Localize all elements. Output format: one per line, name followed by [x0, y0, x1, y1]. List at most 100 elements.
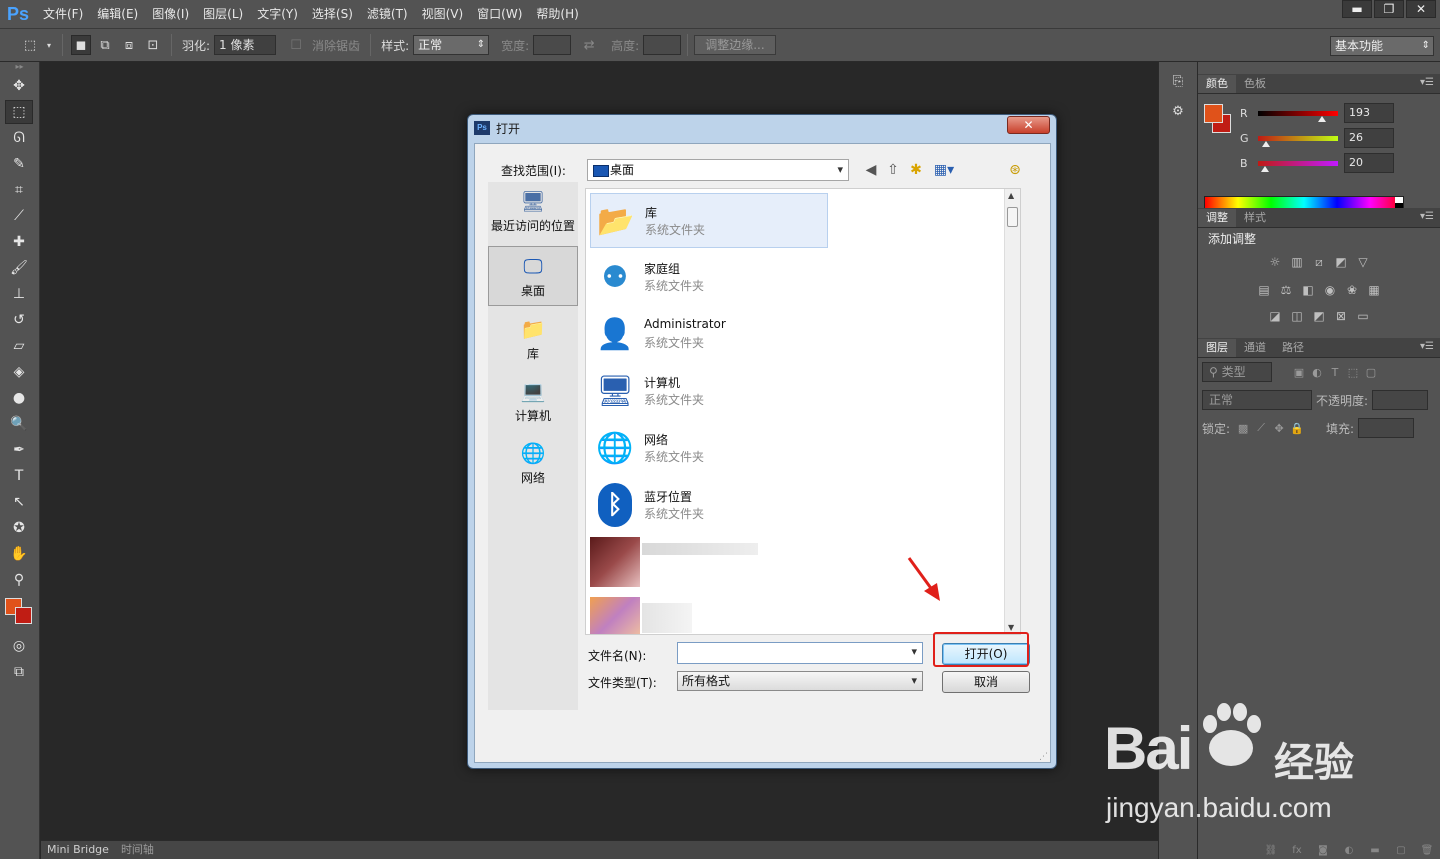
- menu-help[interactable]: 帮助(H): [529, 0, 585, 28]
- crop-tool-icon[interactable]: ⌗: [5, 178, 33, 202]
- panel-menu-icon[interactable]: ▾☰: [1420, 77, 1434, 88]
- new-adjustment-icon[interactable]: ◐: [1341, 845, 1357, 856]
- adjustment-filter-icon[interactable]: ◐: [1308, 366, 1326, 379]
- delete-layer-icon[interactable]: 🗑: [1419, 845, 1435, 856]
- menu-select[interactable]: 选择(S): [305, 0, 360, 28]
- scroll-down-icon[interactable]: ▼: [1008, 623, 1014, 632]
- quick-mask-icon[interactable]: ◎: [5, 634, 33, 658]
- smart-object-filter-icon[interactable]: ▢: [1362, 366, 1380, 379]
- antialias-checkbox[interactable]: ☐: [286, 35, 306, 55]
- chevron-down-icon[interactable]: ▾: [44, 35, 54, 55]
- hue-saturation-icon[interactable]: ▤: [1255, 282, 1273, 298]
- filename-input[interactable]: [677, 642, 923, 664]
- pen-tool-icon[interactable]: ✒: [5, 438, 33, 462]
- pixel-filter-icon[interactable]: ▣: [1290, 366, 1308, 379]
- new-layer-icon[interactable]: ▢: [1393, 845, 1409, 856]
- style-select[interactable]: 正常: [413, 35, 490, 55]
- place-computer[interactable]: 💻 计算机: [488, 378, 578, 424]
- place-desktop[interactable]: 🖵 桌面: [488, 246, 578, 306]
- black-white-icon[interactable]: ◧: [1299, 282, 1317, 298]
- move-tool-icon[interactable]: ✥: [5, 74, 33, 98]
- swap-icon[interactable]: ⇄: [579, 35, 599, 55]
- tab-channels[interactable]: 通道: [1236, 339, 1274, 357]
- shape-filter-icon[interactable]: ⬚: [1344, 366, 1362, 379]
- brightness-icon[interactable]: ☼: [1266, 254, 1284, 270]
- menu-window[interactable]: 窗口(W): [470, 0, 529, 28]
- gradient-map-icon[interactable]: ▭: [1354, 308, 1372, 324]
- file-item-homegroup[interactable]: ⚉ 家庭组 系统文件夹: [590, 250, 828, 305]
- tab-paths[interactable]: 路径: [1274, 339, 1312, 357]
- color-foreground-swatch[interactable]: [1204, 104, 1223, 123]
- lock-image-icon[interactable]: ⟋: [1252, 421, 1270, 435]
- menu-type[interactable]: 文字(Y): [250, 0, 305, 28]
- scroll-up-icon[interactable]: ▲: [1008, 191, 1014, 200]
- blur-tool-icon[interactable]: ●: [5, 386, 33, 410]
- screen-mode-icon[interactable]: ⧉: [5, 660, 33, 684]
- menu-layer[interactable]: 图层(L): [196, 0, 250, 28]
- tab-mini-bridge[interactable]: Mini Bridge: [41, 841, 115, 859]
- new-group-icon[interactable]: ▬: [1367, 845, 1383, 856]
- marquee-tool-preset-icon[interactable]: ⬚: [20, 35, 40, 55]
- file-item-administrator[interactable]: 👤 Administrator 系统文件夹: [590, 307, 828, 362]
- eraser-tool-icon[interactable]: ▱: [5, 334, 33, 358]
- blurred-file-thumbnail[interactable]: [590, 537, 640, 587]
- width-input[interactable]: [533, 35, 572, 55]
- lock-transparent-icon[interactable]: ▩: [1234, 422, 1252, 435]
- lock-all-icon[interactable]: 🔒: [1288, 422, 1306, 435]
- new-selection-icon[interactable]: ◼: [71, 35, 91, 55]
- custom-shape-tool-icon[interactable]: ✪: [5, 516, 33, 540]
- type-tool-icon[interactable]: T: [5, 464, 33, 488]
- bridge-folder-icon[interactable]: ⊛: [1005, 160, 1025, 180]
- color-swatches[interactable]: [5, 598, 33, 628]
- up-folder-icon[interactable]: ⇧: [883, 160, 903, 180]
- panel-menu-icon[interactable]: ▾☰: [1420, 341, 1434, 352]
- threshold-icon[interactable]: ◩: [1310, 308, 1328, 324]
- place-recent[interactable]: 🖥 最近访问的位置: [488, 188, 578, 234]
- feather-input[interactable]: 1 像素: [214, 35, 277, 55]
- curves-icon[interactable]: ⧄: [1310, 254, 1328, 270]
- intersect-selection-icon[interactable]: ⊡: [143, 35, 163, 55]
- channel-value-g[interactable]: 26: [1344, 128, 1394, 148]
- photo-filter-icon[interactable]: ◉: [1321, 282, 1339, 298]
- layer-kind-filter[interactable]: ⚲ 类型: [1202, 362, 1272, 382]
- menu-filter[interactable]: 滤镜(T): [360, 0, 415, 28]
- collapse-icon[interactable]: ▸▸: [0, 62, 39, 72]
- history-icon[interactable]: ⎘: [1166, 70, 1190, 92]
- menu-view[interactable]: 视图(V): [415, 0, 471, 28]
- rectangular-marquee-tool-icon[interactable]: ⬚: [5, 100, 33, 124]
- new-folder-icon[interactable]: ✱: [906, 160, 926, 180]
- view-menu-icon[interactable]: ▦▾: [930, 160, 958, 180]
- blend-mode-select[interactable]: 正常: [1202, 390, 1312, 410]
- restore-button[interactable]: ❐: [1374, 0, 1404, 18]
- channel-value-r[interactable]: 193: [1344, 103, 1394, 123]
- place-network[interactable]: 🌐 网络: [488, 440, 578, 486]
- fill-input[interactable]: [1358, 418, 1415, 438]
- add-mask-icon[interactable]: ◙: [1315, 845, 1331, 856]
- tab-adjustments[interactable]: 调整: [1198, 209, 1236, 227]
- resize-grip-icon[interactable]: ⋰: [1039, 752, 1048, 762]
- lock-position-icon[interactable]: ✥: [1270, 422, 1288, 435]
- menu-image[interactable]: 图像(I): [145, 0, 196, 28]
- opacity-input[interactable]: [1372, 390, 1429, 410]
- scroll-thumb[interactable]: [1007, 207, 1018, 227]
- tab-styles[interactable]: 样式: [1236, 209, 1274, 227]
- back-icon[interactable]: ◀: [861, 160, 881, 180]
- tab-layers[interactable]: 图层: [1198, 339, 1236, 357]
- channel-value-b[interactable]: 20: [1344, 153, 1394, 173]
- type-filter-icon[interactable]: T: [1326, 366, 1344, 379]
- tab-swatches[interactable]: 色板: [1236, 75, 1274, 93]
- dodge-tool-icon[interactable]: 🔍: [5, 412, 33, 436]
- add-to-selection-icon[interactable]: ⧉: [95, 35, 115, 55]
- hand-tool-icon[interactable]: ✋: [5, 542, 33, 566]
- panel-menu-icon[interactable]: ▾☰: [1420, 211, 1434, 222]
- subtract-from-selection-icon[interactable]: ⧈: [119, 35, 139, 55]
- menu-file[interactable]: 文件(F): [36, 0, 90, 28]
- minimize-button[interactable]: ▬: [1342, 0, 1372, 18]
- file-list-scrollbar[interactable]: ▲ ▼: [1004, 189, 1020, 634]
- brush-tool-icon[interactable]: 🖌: [5, 256, 33, 280]
- healing-brush-tool-icon[interactable]: ✚: [5, 230, 33, 254]
- blurred-file-thumbnail[interactable]: [590, 597, 640, 634]
- posterize-icon[interactable]: ◫: [1288, 308, 1306, 324]
- tab-color[interactable]: 颜色: [1198, 75, 1236, 93]
- eyedropper-tool-icon[interactable]: ⟋: [5, 204, 33, 228]
